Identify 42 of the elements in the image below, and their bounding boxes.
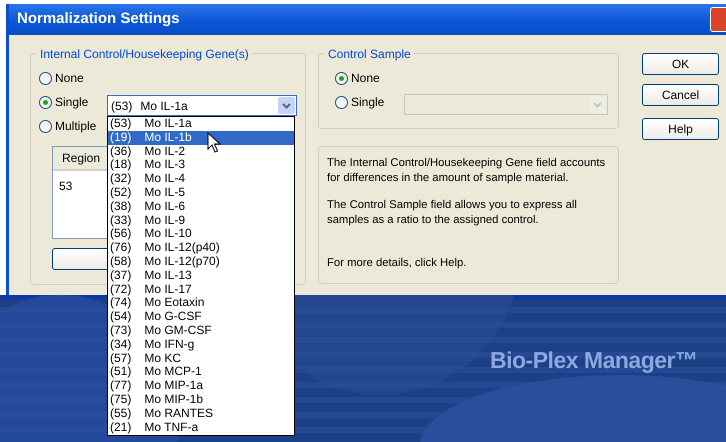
radio-label[interactable]: None xyxy=(351,69,380,87)
mouse-cursor-icon xyxy=(207,132,221,154)
dropdown-item[interactable]: (33) Mo IL-9 xyxy=(108,214,294,228)
dropdown-item[interactable]: (75) Mo MIP-1b xyxy=(108,392,294,407)
dropdown-item[interactable]: (54) Mo G-CSF xyxy=(108,310,294,324)
dialog-button[interactable]: Help xyxy=(642,118,719,140)
dialog-button[interactable]: OK xyxy=(642,53,719,75)
dropdown-item[interactable]: (38) Mo IL-6 xyxy=(108,200,294,214)
radio-button[interactable] xyxy=(335,72,348,84)
dropdown-item[interactable]: (73) Mo GM-CSF xyxy=(108,324,294,338)
dropdown-item[interactable]: (53) Mo IL-1a xyxy=(108,117,294,131)
info-text: For more details, click Help. xyxy=(327,256,468,271)
list-cell-text: 53 xyxy=(59,178,72,195)
dropdown-item[interactable]: (34) Mo IFN-g xyxy=(108,338,294,352)
dropdown-item[interactable]: (21) Mo TNF-a xyxy=(108,420,294,434)
dropdown-item[interactable]: (57) Mo KC xyxy=(108,352,294,366)
dropdown-item[interactable]: (76) Mo IL-12(p40) xyxy=(108,241,294,255)
info-text: The Control Sample field allows you to express all samples as a ratio to the assigned control. xyxy=(327,198,578,228)
radio-button[interactable] xyxy=(39,96,52,108)
radio-label[interactable]: None xyxy=(55,69,84,87)
dialog-button[interactable]: Cancel xyxy=(642,84,719,106)
dropdown-item[interactable]: (37) Mo IL-13 xyxy=(108,268,294,283)
info-text: The Internal Control/Housekeeping Gene field accounts for differences in the amount of sample material. xyxy=(327,156,606,186)
dropdown-item[interactable]: (58) Mo IL-12(p70) xyxy=(108,254,294,269)
dropdown-item[interactable]: (51) Mo MCP-1 xyxy=(108,365,294,380)
radio-label[interactable]: Single xyxy=(351,93,384,111)
dropdown-item[interactable]: (55) Mo RANTES xyxy=(108,406,294,421)
dropdown-item[interactable]: (74) Mo Eotaxin xyxy=(108,296,294,310)
dropdown-item[interactable]: (72) Mo IL-17 xyxy=(108,282,294,296)
radio-label[interactable]: Single xyxy=(55,93,88,111)
dropdown-item[interactable]: (77) Mo MIP-1a xyxy=(108,379,294,393)
radio-button[interactable] xyxy=(335,96,348,108)
dropdown-item[interactable]: (52) Mo IL-5 xyxy=(108,186,294,200)
radio-button[interactable] xyxy=(39,72,52,84)
dropdown-item[interactable]: (19) Mo IL-1b xyxy=(108,130,294,145)
dropdown-item[interactable]: (32) Mo IL-4 xyxy=(108,172,294,186)
radio-button[interactable] xyxy=(39,120,52,132)
gene-dropdown[interactable]: (53) Mo IL-1a xyxy=(107,95,297,116)
window-title: Normalization Settings xyxy=(17,9,180,30)
radio-label[interactable]: Multiple xyxy=(55,117,96,135)
app-logo-text: Bio-Plex Manager™ xyxy=(490,346,698,375)
dropdown-item[interactable]: (56) Mo IL-10 xyxy=(108,227,294,242)
